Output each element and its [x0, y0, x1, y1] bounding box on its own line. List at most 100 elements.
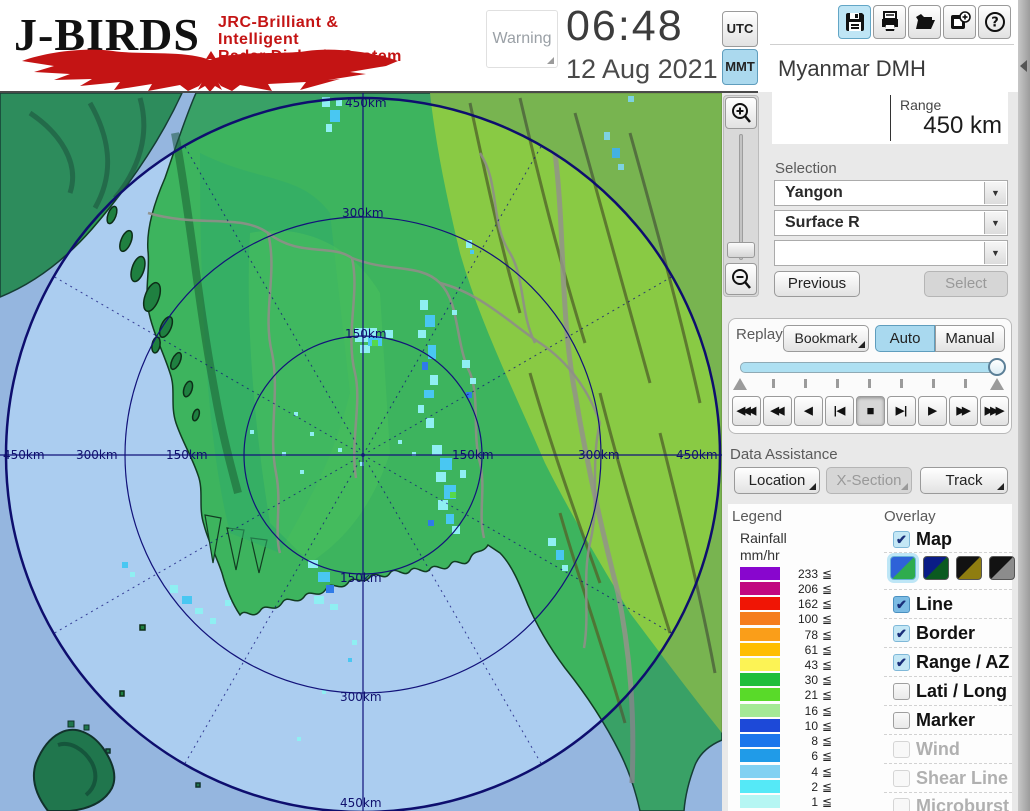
- checkbox-disabled: [893, 741, 910, 758]
- slider-start-marker[interactable]: [733, 378, 747, 390]
- panel-edge-strip: [1018, 0, 1030, 811]
- overlay-item-microburst: Microburst: [884, 796, 1012, 811]
- slider-tick: [804, 379, 807, 388]
- menu-corner-icon: [997, 483, 1004, 490]
- checkbox-disabled: [893, 770, 910, 787]
- add-image-button[interactable]: [943, 5, 976, 39]
- auto-button[interactable]: Auto: [875, 325, 935, 352]
- legend-title: Rainfall mm/hr: [740, 530, 787, 564]
- overlay-item-lati-long[interactable]: Lati / Long: [884, 681, 1012, 707]
- panel-divider: [770, 44, 1014, 45]
- play-button[interactable]: ▶: [918, 396, 947, 426]
- jbirds-window: J-BIRDS JRC-Brilliant & Intelligent Rada…: [0, 0, 1030, 811]
- legend-swatch: [740, 749, 780, 762]
- bookmark-button[interactable]: Bookmark: [783, 325, 869, 352]
- legend-row: 21≦: [740, 688, 870, 702]
- legend-label: Legend: [732, 508, 782, 525]
- legend-swatch: [740, 673, 780, 686]
- menu-corner-icon: [547, 57, 554, 64]
- svg-text:150km: 150km: [340, 571, 382, 585]
- legend-row: 233≦: [740, 567, 870, 581]
- checkbox-unchecked[interactable]: [893, 712, 910, 729]
- chevron-down-icon[interactable]: ▼: [984, 242, 1006, 264]
- replay-label: Replay: [736, 326, 783, 343]
- utc-button[interactable]: UTC: [722, 11, 758, 47]
- legend-swatch: [740, 719, 780, 732]
- legend-swatch: [740, 765, 780, 778]
- collapse-panel-icon[interactable]: [1020, 60, 1027, 72]
- menu-corner-icon: [858, 341, 865, 348]
- svg-text:450km: 450km: [676, 448, 718, 462]
- help-button[interactable]: ?: [978, 5, 1011, 39]
- stop-button[interactable]: ■: [856, 396, 885, 426]
- zoom-slider-handle[interactable]: [727, 242, 755, 258]
- legend-swatch: [740, 704, 780, 717]
- overlay-item-marker[interactable]: Marker: [884, 710, 1012, 736]
- zoom-out-button[interactable]: [725, 263, 757, 295]
- play-reverse-button[interactable]: ◀: [794, 396, 823, 426]
- legend-row: 10≦: [740, 719, 870, 733]
- replay-slider-track[interactable]: [740, 362, 998, 373]
- print-icon: [879, 11, 901, 33]
- site-dropdown[interactable]: Yangon ▼: [774, 180, 1008, 206]
- legend-row: 43≦: [740, 658, 870, 672]
- forward-button[interactable]: ▶▶: [949, 396, 978, 426]
- open-folder-icon: [914, 11, 936, 33]
- xsection-button[interactable]: X-Section: [826, 467, 912, 494]
- legend-row: 162≦: [740, 597, 870, 611]
- map-style-swatch-1[interactable]: [890, 556, 916, 580]
- location-button[interactable]: Location: [734, 467, 820, 494]
- product-dropdown[interactable]: Surface R ▼: [774, 210, 1008, 236]
- previous-button[interactable]: Previous: [774, 271, 860, 297]
- checkbox-checked[interactable]: ✔: [893, 596, 910, 613]
- print-button[interactable]: [873, 5, 906, 39]
- overlay-item-shear-line: Shear Line: [884, 768, 1012, 794]
- data-assistance-label: Data Assistance: [730, 446, 838, 463]
- map-style-swatch-3[interactable]: [956, 556, 982, 580]
- svg-text:450km: 450km: [340, 796, 382, 810]
- legend-swatch: [740, 597, 780, 610]
- slider-tick: [836, 379, 839, 388]
- radar-map-image[interactable]: 450km 300km 150km 150km 300km 450km 450k…: [0, 93, 722, 811]
- chevron-down-icon[interactable]: ▼: [984, 212, 1006, 234]
- overlay-item-line[interactable]: ✔ Line: [884, 594, 1012, 620]
- slider-end-marker[interactable]: [990, 378, 1004, 390]
- checkbox-checked[interactable]: ✔: [893, 625, 910, 642]
- legend-row: 4≦: [740, 765, 870, 779]
- jbirds-logo: J-BIRDS JRC-Brilliant & Intelligent Rada…: [10, 2, 410, 90]
- checkbox-checked[interactable]: ✔: [893, 654, 910, 671]
- rewind-fast-button[interactable]: ◀◀◀: [732, 396, 761, 426]
- manual-button[interactable]: Manual: [935, 325, 1005, 352]
- warning-button[interactable]: Warning: [486, 10, 558, 68]
- checkbox-checked[interactable]: ✔: [893, 531, 910, 548]
- help-icon: ?: [984, 11, 1006, 33]
- checkbox-unchecked[interactable]: [893, 683, 910, 700]
- track-button[interactable]: Track: [920, 467, 1008, 494]
- sub-product-dropdown[interactable]: ▼: [774, 240, 1008, 266]
- legend-swatch: [740, 567, 780, 580]
- save-button[interactable]: [838, 5, 871, 39]
- step-forward-button[interactable]: ▶|: [887, 396, 916, 426]
- overlay-item-border[interactable]: ✔ Border: [884, 623, 1012, 649]
- select-button[interactable]: Select: [924, 271, 1008, 297]
- replay-slider-handle[interactable]: [988, 358, 1006, 376]
- rewind-button[interactable]: ◀◀: [763, 396, 792, 426]
- clock-date: 12 Aug 2021: [566, 54, 718, 85]
- svg-text:450km: 450km: [3, 448, 45, 462]
- forward-fast-button[interactable]: ▶▶▶: [980, 396, 1009, 426]
- legend-row: 206≦: [740, 582, 870, 596]
- slider-tick: [772, 379, 775, 388]
- step-back-button[interactable]: |◀: [825, 396, 854, 426]
- open-button[interactable]: [908, 5, 941, 39]
- map-style-swatch-4[interactable]: [989, 556, 1015, 580]
- svg-text:450km: 450km: [345, 96, 387, 110]
- mmt-button[interactable]: MMT: [722, 49, 758, 85]
- svg-text:150km: 150km: [345, 327, 387, 341]
- range-divider: [890, 95, 891, 141]
- chevron-down-icon[interactable]: ▼: [984, 182, 1006, 204]
- overlay-item-range-az[interactable]: ✔ Range / AZ: [884, 652, 1012, 678]
- eagle-icon: [18, 48, 402, 92]
- range-label: Range: [900, 97, 941, 113]
- map-style-swatch-2[interactable]: [923, 556, 949, 580]
- zoom-in-button[interactable]: [725, 97, 757, 129]
